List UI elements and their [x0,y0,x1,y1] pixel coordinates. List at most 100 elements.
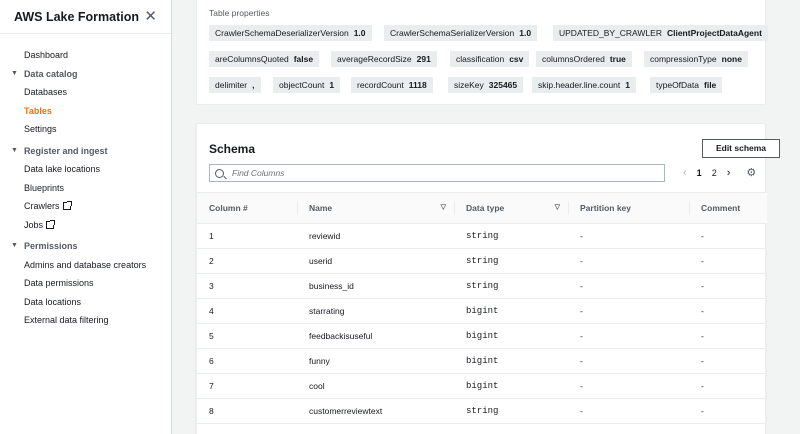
cell-comment: - [701,356,704,366]
sidebar-item-settings[interactable]: Settings [0,120,171,139]
property-value: csv [509,54,524,64]
cell-name: funny [309,356,330,366]
cell-name: business_id [309,281,354,291]
next-page-icon[interactable]: › [727,167,731,179]
close-icon[interactable]: ✕ [144,9,157,24]
cell-column-number: 8 [209,406,214,416]
previous-page-icon[interactable]: ‹ [683,167,687,179]
cell-name: customerreviewtext [309,406,383,416]
sidebar-item-data-permissions[interactable]: Data permissions [0,274,171,293]
sidebar-item-label: Dashboard [24,50,69,60]
sidebar-item-label: Jobs [24,219,44,230]
caret-down-icon: ▼ [11,242,18,249]
table-row[interactable]: 7 cool bigint - - [197,374,767,399]
table-row[interactable]: 8 customerreviewtext string - - [197,399,767,424]
column-header-partition-key[interactable]: Partition key [568,193,689,223]
cell-comment: - [701,281,704,291]
sidebar-item-external-data-filtering[interactable]: External data filtering [0,311,171,330]
column-header-comment[interactable]: Comment [689,193,767,223]
app-title: AWS Lake Formation [14,9,140,24]
external-link-icon [62,201,72,210]
sidebar-item-blueprints[interactable]: Blueprints [0,179,171,198]
table-row[interactable]: 5 feedbackisuseful bigint - - [197,324,767,349]
cell-comment: - [701,231,704,241]
property-value: file [704,80,717,90]
sidebar-item-label: Tables [24,105,52,116]
sidebar-item-label: Data lake locations [24,164,101,174]
cell-data-type: string [466,256,499,266]
page-2-button[interactable]: 2 [712,168,717,178]
property-tag: recordCount 1118 [351,77,433,93]
sidebar-section-permissions[interactable]: ▼ Permissions [0,237,171,256]
sort-down-icon[interactable]: ▽ [441,193,446,223]
sidebar-item-data-lake-locations[interactable]: Data lake locations [0,160,171,179]
sort-down-icon[interactable]: ▽ [555,193,560,223]
property-value: 1118 [408,80,427,90]
page-1-button[interactable]: 1 [697,168,702,178]
table-row[interactable]: 4 starrating bigint - - [197,299,767,324]
schema-card: Schema Edit schema ‹ 1 2 › ⚙ Column # Na… [196,123,780,434]
table-row[interactable]: 6 funny bigint - - [197,349,767,374]
sidebar-item-admins-and-database-creators[interactable]: Admins and database creators [0,256,171,275]
sidebar-item-label: Settings [24,124,57,134]
sidebar-item-crawlers[interactable]: Crawlers [0,197,171,216]
property-value: 1 [329,80,335,90]
table-properties-card: Table properties CrawlerSchemaDeserializ… [196,0,768,105]
property-key: recordCount [357,80,404,90]
cell-column-number: 5 [209,331,214,341]
external-link-icon [46,219,56,229]
column-header-name[interactable]: Name ▽ [297,193,454,223]
property-value: true [609,54,626,64]
cell-data-type: bigint [466,306,499,316]
cell-name: reviewid [309,231,341,241]
sidebar-item-label: Data permissions [24,278,94,288]
sidebar-item-jobs[interactable]: Jobs [0,216,171,235]
property-tag: averageRecordSize 291 [331,51,437,67]
property-key: skip.header.line.count [538,80,621,90]
cell-partition-key: - [580,356,583,366]
table-row[interactable]: 2 userid string - - [197,249,767,274]
property-tag: sizeKey 325465 [448,77,524,93]
edit-schema-button[interactable]: Edit schema [702,139,780,158]
caret-down-icon: ▼ [11,69,18,77]
cell-column-number: 7 [209,381,214,391]
sidebar-section-register-and-ingest[interactable]: ▼ Register and ingest [0,142,171,161]
property-tag: objectCount 1 [273,77,341,93]
property-value: ClientProjectDataAgent [666,28,762,38]
property-key: columnsOrdered [542,54,605,64]
column-header-data-type[interactable]: Data type ▽ [454,193,568,223]
sidebar-section-label: Data catalog [23,68,78,79]
table-row[interactable]: 1 reviewid string - - [197,224,767,249]
find-columns-search[interactable] [209,164,665,182]
column-header-number[interactable]: Column # [197,193,297,223]
caret-down-icon: ▼ [11,146,18,154]
sidebar-item-label: Blueprints [24,182,65,193]
sidebar-item-label: Crawlers [24,201,60,211]
sidebar-item-data-locations[interactable]: Data locations [0,293,171,312]
property-value: , [252,80,255,90]
sidebar-section-data-catalog[interactable]: ▼ Data catalog [0,65,171,84]
sidebar-item-databases[interactable]: Databases [0,83,171,102]
property-value: 1 [625,80,630,90]
cell-partition-key: - [580,306,583,316]
property-key: sizeKey [454,80,484,90]
table-row[interactable]: 3 business_id string - - [197,274,767,299]
property-key: classification [456,54,505,64]
find-columns-input[interactable] [232,168,652,178]
sidebar-item-dashboard[interactable]: Dashboard [0,46,171,65]
cell-column-number: 2 [209,256,214,266]
sidebar-item-tables[interactable]: Tables [0,102,171,121]
cell-name: feedbackisuseful [309,331,373,341]
cell-name: starrating [309,306,345,316]
gear-icon[interactable]: ⚙ [746,166,756,179]
property-tag: classification csv [450,51,530,67]
sidebar-item-label: External data filtering [24,315,109,325]
column-header-name-label: Name [309,203,333,213]
sidebar-section-label: Register and ingest [23,145,108,156]
scrollbar[interactable] [794,0,800,434]
main-content: Table properties CrawlerSchemaDeserializ… [172,0,800,434]
property-value: 1.0 [353,28,366,38]
sidebar-item-label: Data locations [24,296,82,307]
cell-column-number: 6 [209,356,214,366]
sidebar: AWS Lake Formation ✕ Dashboard ▼ Data cata… [0,0,172,434]
